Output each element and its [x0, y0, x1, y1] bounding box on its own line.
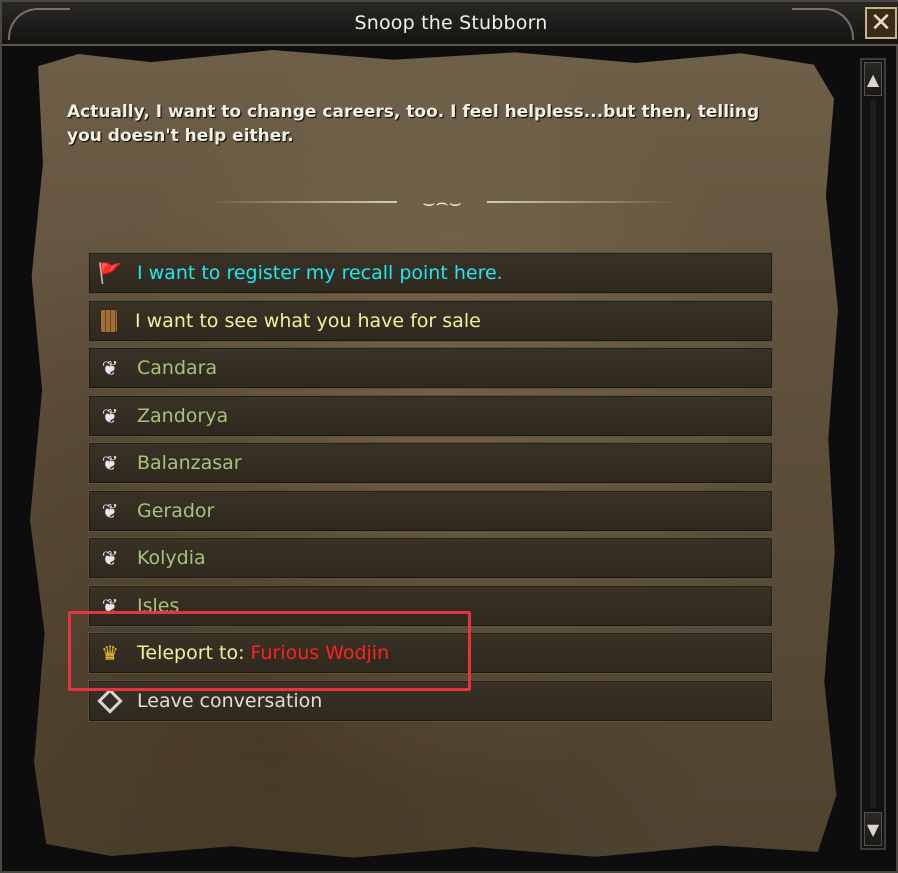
option-teleport-balanzasar[interactable]: ❦ Balanzasar	[88, 442, 773, 484]
diamond-icon	[97, 687, 123, 714]
highlight-box	[68, 611, 471, 691]
title-bar: Snoop the Stubborn ✕	[2, 2, 898, 46]
scroll-track[interactable]	[870, 100, 876, 808]
divider-line-left	[207, 201, 397, 203]
divider-ornament-icon: ⌣⌢⌣	[422, 190, 462, 214]
barrel-icon	[100, 308, 118, 333]
option-label: I want to see what you have for sale	[135, 309, 481, 332]
scroll-down-button[interactable]: ▼	[864, 812, 882, 846]
wing-icon: ❦	[101, 356, 119, 380]
option-label: Balanzasar	[137, 452, 242, 474]
option-label: Leave conversation	[137, 689, 323, 712]
option-teleport-gerador[interactable]: ❦ Gerador	[88, 489, 773, 532]
divider-line-right	[487, 201, 677, 203]
option-label: I want to register my recall point here.	[137, 262, 503, 284]
wing-icon: ❦	[101, 451, 119, 475]
dialog-window: Snoop the Stubborn ✕ Actually, I want to…	[0, 0, 898, 873]
ornamental-divider: ⌣⌢⌣	[207, 188, 677, 216]
close-button[interactable]: ✕	[865, 7, 897, 39]
close-icon: ✕	[870, 8, 892, 38]
option-label: Zandorya	[137, 404, 229, 427]
wing-icon: ❦	[101, 403, 119, 428]
window-title: Snoop the Stubborn	[354, 12, 548, 34]
option-label: Kolydia	[137, 547, 206, 569]
scroll-up-button[interactable]: ▲	[864, 62, 882, 96]
option-register-recall[interactable]: 🚩 I want to register my recall point her…	[88, 252, 773, 294]
option-teleport-candara[interactable]: ❦ Candara	[88, 347, 773, 389]
scrollbar[interactable]: ▲ ▼	[860, 58, 886, 850]
option-teleport-zandorya[interactable]: ❦ Zandorya	[88, 394, 773, 437]
arrow-down-icon: ▼	[866, 820, 880, 839]
npc-dialog-text: Actually, I want to change careers, too.…	[67, 102, 760, 146]
option-label: Gerador	[137, 499, 215, 522]
option-label: Candara	[137, 357, 218, 379]
arrow-up-icon: ▲	[866, 70, 880, 89]
option-teleport-kolydia[interactable]: ❦ Kolydia	[88, 537, 773, 579]
flag-icon: 🚩	[97, 261, 123, 285]
wing-icon: ❦	[101, 546, 119, 570]
wing-icon: ❦	[101, 498, 119, 523]
option-shop[interactable]: I want to see what you have for sale	[88, 299, 773, 342]
